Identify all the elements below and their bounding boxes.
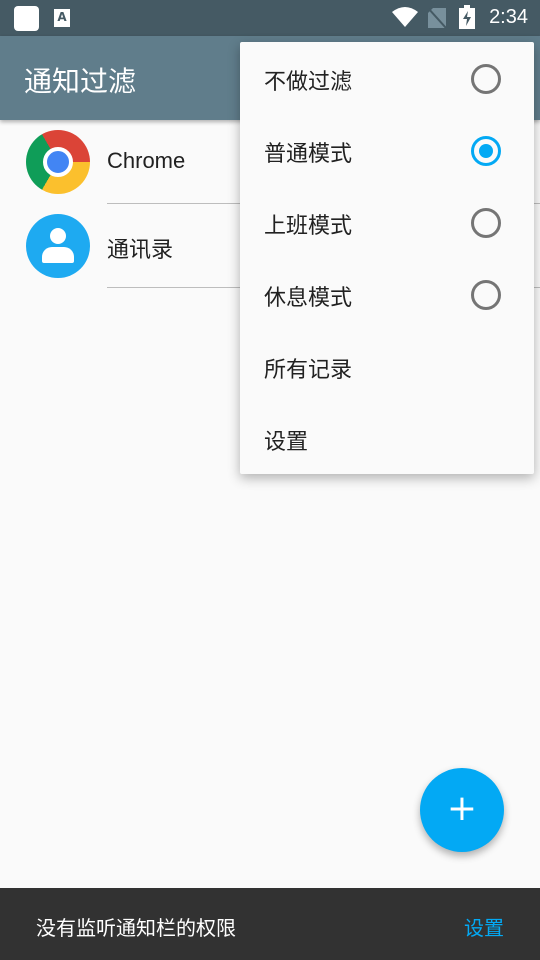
- radio-button[interactable]: [471, 208, 501, 238]
- radio-button[interactable]: [471, 64, 501, 94]
- menu-item-label: 设置: [264, 430, 309, 455]
- snackbar: 没有监听通知栏的权限 设置: [0, 888, 540, 960]
- radio-button[interactable]: [471, 280, 501, 310]
- menu-item-all-records[interactable]: 所有记录: [240, 330, 534, 402]
- menu-item-settings[interactable]: 设置: [240, 402, 534, 474]
- menu-item-label: 休息模式: [264, 286, 353, 311]
- list-item-label: 通讯录: [107, 237, 174, 262]
- menu-item-label: 不做过滤: [264, 70, 353, 95]
- no-sim-icon: [428, 8, 446, 28]
- contacts-icon: [26, 214, 90, 278]
- list-item-label: Chrome: [107, 148, 186, 173]
- menu-item-normal-mode[interactable]: 普通模式: [240, 114, 534, 186]
- chrome-icon: [26, 130, 90, 194]
- app-notification-icon: [14, 6, 39, 31]
- wifi-icon: [392, 7, 418, 27]
- battery-charging-icon: [459, 5, 475, 29]
- menu-item-no-filter[interactable]: 不做过滤: [240, 42, 534, 114]
- overflow-menu: 不做过滤 普通模式 上班模式 休息模式 所有记录 设置: [240, 42, 534, 474]
- menu-item-work-mode[interactable]: 上班模式: [240, 186, 534, 258]
- status-bar: A 2:34: [0, 0, 540, 36]
- snackbar-settings-button[interactable]: 设置: [464, 912, 504, 941]
- radio-button-selected[interactable]: [471, 136, 501, 166]
- menu-item-rest-mode[interactable]: 休息模式: [240, 258, 534, 330]
- page-title: 通知过滤: [24, 65, 137, 98]
- menu-item-label: 所有记录: [264, 358, 353, 383]
- clock: 2:34: [489, 6, 528, 28]
- font-icon: A: [54, 9, 70, 27]
- snackbar-message: 没有监听通知栏的权限: [36, 916, 236, 940]
- add-button[interactable]: +: [420, 768, 504, 852]
- menu-item-label: 普通模式: [264, 142, 353, 167]
- menu-item-label: 上班模式: [264, 214, 353, 239]
